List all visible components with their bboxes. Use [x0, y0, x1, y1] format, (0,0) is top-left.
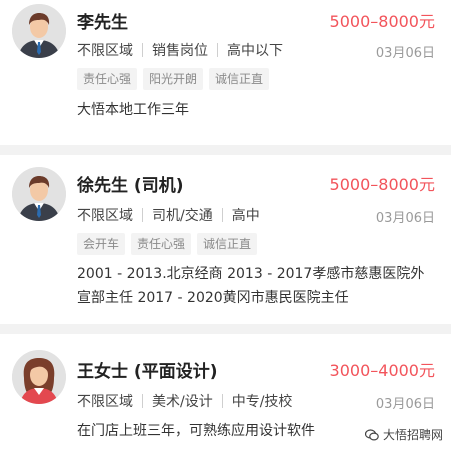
watermark: 大悟招聘网	[364, 426, 443, 443]
male-avatar-icon	[12, 167, 66, 221]
tag-list: 责任心强 阳光开朗 诚信正直	[77, 68, 275, 90]
category-label: 美术/设计	[152, 394, 213, 410]
tag: 诚信正直	[197, 233, 258, 255]
listing-card[interactable]: 徐先生 (司机) 5000–8000元 不限区域 司机/交通 高中 03月06日 会…	[0, 155, 451, 324]
candidate-description: 2001 - 2013.北京经商 2013 - 2017孝感市慈惠医院外宣部主任…	[77, 266, 425, 306]
post-date: 03月06日	[375, 46, 435, 61]
divider	[217, 43, 218, 57]
watermark-text: 大悟招聘网	[382, 428, 443, 442]
job-meta: 不限区域 司机/交通 高中	[77, 205, 260, 225]
candidate-description: 在门店上班三年，可熟练应用设计软件	[77, 423, 315, 439]
listing-card[interactable]: 李先生 5000–8000元 不限区域 销售岗位 高中以下 03月06日 责任心强阳…	[0, 0, 451, 145]
male-avatar-icon	[12, 4, 66, 58]
tag: 责任心强	[131, 233, 192, 255]
job-meta: 不限区域 销售岗位 高中以下	[77, 40, 283, 60]
divider	[142, 43, 143, 57]
tag: 诚信正直	[209, 68, 270, 90]
divider	[221, 208, 223, 222]
wechat-icon	[364, 428, 379, 441]
education-label: 高中以下	[227, 43, 283, 59]
education-label: 中专/技校	[231, 394, 293, 410]
tag: 阳光开朗	[143, 68, 204, 90]
area-label: 不限区域	[77, 208, 133, 224]
tag: 会开车	[77, 233, 126, 255]
category-label: 司机/交通	[152, 208, 213, 224]
candidate-description: 大悟本地工作三年	[77, 102, 189, 118]
divider	[142, 394, 143, 408]
candidate-name[interactable]: 李先生	[77, 8, 128, 33]
candidate-name[interactable]: 徐先生 (司机)	[77, 171, 183, 196]
salary-range: 3000–4000元	[329, 361, 435, 380]
candidate-name[interactable]: 王女士 (平面设计)	[77, 357, 217, 382]
post-date: 03月06日	[375, 211, 435, 226]
salary-range: 5000–8000元	[329, 175, 435, 194]
job-meta: 不限区域 美术/设计 中专/技校	[77, 391, 292, 411]
post-date: 03月06日	[375, 397, 435, 412]
tag-list: 会开车 责任心强 诚信正直	[77, 233, 263, 255]
divider	[142, 208, 143, 222]
tag: 责任心强	[77, 68, 138, 90]
female-avatar-icon	[12, 350, 66, 404]
category-label: 销售岗位	[152, 43, 208, 59]
divider	[221, 394, 223, 408]
education-label: 高中	[231, 208, 260, 224]
area-label: 不限区域	[77, 394, 133, 410]
area-label: 不限区域	[77, 43, 133, 59]
salary-range: 5000–8000元	[329, 12, 435, 31]
